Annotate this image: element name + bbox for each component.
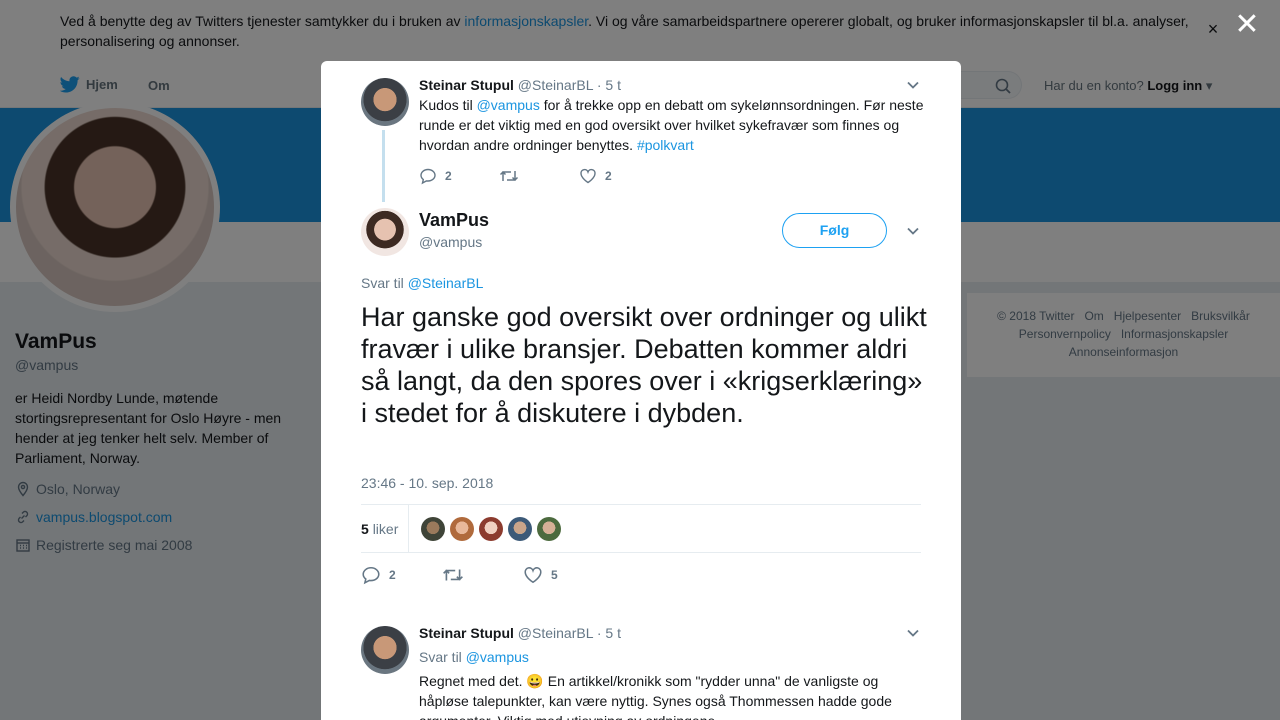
chevron-down-icon[interactable]: [905, 625, 921, 641]
likers-avatars: [421, 517, 566, 541]
tweet-actions: 2 5: [361, 565, 558, 585]
retweet-icon: [443, 569, 463, 581]
reply-context: Svar til @SteinarBL: [361, 275, 484, 291]
tweet-text: Regnet med det. 😀 En artikkel/kronikk so…: [419, 673, 892, 720]
tweet-text: Har ganske god oversikt over ordninger o…: [361, 302, 927, 428]
follow-button[interactable]: Følg: [782, 213, 887, 248]
tweet-header: Steinar Stupul @SteinarBL · 5 t: [419, 625, 621, 641]
tweet-time[interactable]: · 5 t: [597, 625, 621, 641]
likes-count[interactable]: 5 liker: [361, 521, 398, 537]
reply-button[interactable]: 2: [419, 167, 499, 185]
liker-avatar[interactable]: [508, 517, 532, 541]
liker-avatar[interactable]: [450, 517, 474, 541]
avatar[interactable]: [361, 626, 409, 674]
liker-avatar[interactable]: [537, 517, 561, 541]
heart-icon: [580, 168, 596, 184]
tweet-time[interactable]: · 5 t: [597, 77, 621, 93]
close-icon[interactable]: ✕: [1234, 10, 1260, 40]
retweet-button[interactable]: [442, 565, 523, 585]
divider: [408, 505, 409, 552]
author-name[interactable]: VamPus: [419, 210, 489, 231]
author-handle[interactable]: @SteinarBL: [518, 625, 593, 641]
tweet-actions: 2 2: [419, 167, 612, 185]
retweet-icon: [499, 170, 519, 182]
reply-icon: [362, 566, 380, 585]
tweet-text: Kudos til @vampus for å trekke opp en de…: [419, 97, 924, 153]
avatar[interactable]: [361, 78, 409, 126]
reply-button[interactable]: 2: [361, 565, 442, 585]
mention-link[interactable]: @SteinarBL: [408, 275, 484, 291]
retweet-button[interactable]: [499, 167, 579, 185]
author-name[interactable]: Steinar Stupul: [419, 625, 514, 641]
reply-icon: [420, 168, 436, 185]
liker-avatar[interactable]: [421, 517, 445, 541]
avatar[interactable]: [361, 208, 409, 256]
tweet-timestamp[interactable]: 23:46 - 10. sep. 2018: [361, 475, 493, 491]
like-button[interactable]: 2: [579, 167, 612, 185]
mention-link[interactable]: @vampus: [466, 649, 529, 665]
chevron-down-icon[interactable]: [905, 77, 921, 93]
tweet-modal: Steinar Stupul @SteinarBL · 5 t Kudos ti…: [321, 61, 961, 720]
chevron-down-icon[interactable]: [905, 223, 921, 239]
mention-link[interactable]: @vampus: [477, 97, 540, 113]
tweet-stats: 5 liker: [361, 504, 921, 553]
grin-emoji-icon: 😀: [526, 673, 544, 689]
author-handle[interactable]: @SteinarBL: [518, 77, 593, 93]
reply-context: Svar til @vampus: [419, 649, 529, 665]
thread-connector: [382, 130, 385, 202]
author-name[interactable]: Steinar Stupul: [419, 77, 514, 93]
author-handle[interactable]: @vampus: [419, 234, 482, 250]
hashtag-link[interactable]: #polkvart: [637, 137, 694, 153]
liker-avatar[interactable]: [479, 517, 503, 541]
like-button[interactable]: 5: [523, 565, 558, 585]
heart-icon: [524, 567, 542, 584]
tweet-header: Steinar Stupul @SteinarBL · 5 t: [419, 77, 621, 93]
